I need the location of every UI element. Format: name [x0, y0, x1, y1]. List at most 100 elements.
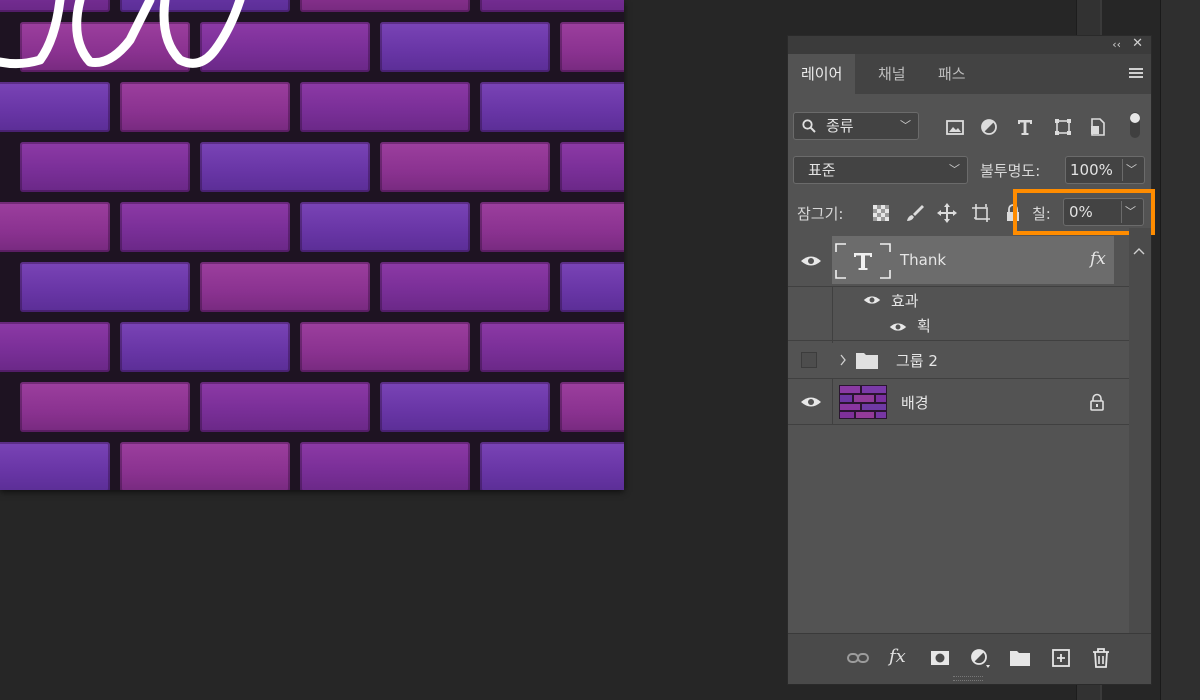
fx-icon[interactable]: fx: [1090, 249, 1106, 269]
effects-label: 효과: [891, 292, 919, 310]
shape-filter-icon[interactable]: [1052, 116, 1074, 138]
add-mask-icon[interactable]: [928, 646, 952, 670]
brick-texture: [20, 262, 190, 312]
panel-header-bar: ‹‹ ✕: [788, 36, 1151, 54]
opacity-field[interactable]: 100% ﹀: [1065, 156, 1145, 184]
layer-name-group-2[interactable]: 그룹 2: [896, 350, 938, 371]
brick-texture: [480, 442, 624, 490]
filter-kind-label: 종류: [826, 117, 854, 135]
chevron-up-icon[interactable]: [1133, 246, 1145, 256]
lock-label: 잠그기:: [797, 205, 844, 223]
brick-texture: [20, 382, 190, 432]
blend-mode-value: 표준: [808, 161, 836, 179]
type-filter-icon[interactable]: [1014, 116, 1036, 138]
brick-texture: [380, 262, 550, 312]
smart-object-filter-icon[interactable]: [1087, 116, 1109, 138]
brick-texture: [300, 0, 470, 12]
blend-mode-dropdown[interactable]: 표준 ﹀: [793, 156, 968, 184]
delete-layer-icon[interactable]: [1089, 646, 1113, 670]
layer-row-group-2[interactable]: 그룹 2: [788, 341, 1129, 379]
tab-paths-label: 패스: [938, 65, 966, 83]
chevron-down-icon: ﹀: [900, 119, 911, 132]
brick-texture: [300, 82, 470, 132]
brick-texture: [480, 322, 624, 372]
brick-texture: [300, 442, 470, 490]
tab-channels-label: 채널: [878, 65, 906, 83]
brick-texture: [560, 262, 624, 312]
image-filter-icon[interactable]: [944, 116, 966, 138]
brick-texture: [380, 22, 550, 72]
text-layer-thumbnail: [835, 243, 891, 279]
brick-texture: [200, 142, 370, 192]
brick-texture: [560, 382, 624, 432]
brick-texture: [120, 442, 290, 490]
fill-field[interactable]: 0% ﹀: [1063, 198, 1144, 226]
stroked-text-artwork: [0, 0, 245, 69]
chevron-down-icon: ﹀: [1126, 163, 1137, 176]
filter-toggle-icon[interactable]: [1128, 110, 1142, 140]
brick-texture: [200, 262, 370, 312]
brick-texture: [120, 322, 290, 372]
lock-image-icon[interactable]: [904, 202, 926, 224]
visibility-toggle-empty[interactable]: [801, 352, 817, 368]
close-panel-button[interactable]: ✕: [1132, 36, 1143, 51]
stroke-visibility-eye-icon[interactable]: [889, 321, 907, 333]
opacity-value: 100%: [1070, 161, 1113, 179]
fill-value: 0%: [1069, 203, 1093, 221]
tab-channels[interactable]: 채널: [865, 54, 919, 94]
lock-transparent-icon[interactable]: [870, 202, 892, 224]
tab-layers-label: 레이어: [801, 65, 843, 83]
adjustment-filter-icon[interactable]: [978, 116, 1000, 138]
link-layers-icon[interactable]: [846, 646, 870, 670]
visibility-eye-icon[interactable]: [800, 254, 822, 268]
search-icon: [802, 119, 816, 133]
chevron-down-icon: ﹀: [1125, 205, 1136, 218]
filter-kind-dropdown[interactable]: 종류 ﹀: [793, 112, 919, 140]
brick-texture: [0, 322, 110, 372]
brick-texture: [0, 82, 110, 132]
layer-name-thank[interactable]: Thank: [900, 251, 946, 269]
tab-paths[interactable]: 패스: [925, 54, 979, 94]
brick-texture: [20, 142, 190, 192]
brick-texture: [380, 142, 550, 192]
brick-texture: [560, 142, 624, 192]
fill-label: 칠:: [1032, 205, 1051, 223]
lock-icon[interactable]: [1089, 393, 1105, 411]
tab-layers[interactable]: 레이어: [788, 54, 856, 94]
visibility-eye-icon[interactable]: [800, 395, 822, 409]
layer-name-background[interactable]: 배경: [901, 392, 929, 413]
layers-scrollbar[interactable]: [1129, 228, 1151, 636]
new-layer-icon[interactable]: [1049, 646, 1073, 670]
effects-visibility-eye-icon[interactable]: [863, 294, 881, 306]
add-layer-style-icon[interactable]: fx: [889, 646, 913, 670]
new-group-icon[interactable]: [1008, 646, 1032, 670]
panel-resize-grip[interactable]: [953, 676, 983, 681]
panel-tabs: 레이어 채널 패스: [788, 54, 1151, 94]
chevron-right-icon[interactable]: [839, 353, 847, 367]
stroke-effect-label: 획: [917, 317, 931, 335]
background-thumbnail: [839, 385, 887, 419]
stroke-effect-row[interactable]: 획: [788, 315, 1129, 341]
brick-texture: [560, 22, 624, 72]
brick-texture: [300, 202, 470, 252]
brick-texture: [120, 202, 290, 252]
lock-artboard-icon[interactable]: [970, 202, 992, 224]
brick-texture: [300, 322, 470, 372]
brick-texture: [480, 0, 624, 12]
brick-texture: [200, 382, 370, 432]
panel-menu-icon[interactable]: [1129, 68, 1143, 80]
layer-row-background[interactable]: 배경: [788, 379, 1129, 425]
layers-panel: ‹‹ ✕ 레이어 채널 패스 종류 ﹀ 표준 ﹀ 불투명도: 100% ﹀ 잠그…: [787, 35, 1155, 685]
layer-row-thank[interactable]: Thank fx: [788, 236, 1129, 287]
document-canvas[interactable]: [0, 0, 624, 490]
brick-texture: [0, 202, 110, 252]
effects-row[interactable]: 효과: [788, 287, 1129, 343]
brick-texture: [480, 202, 624, 252]
brick-texture: [380, 382, 550, 432]
collapse-panel-button[interactable]: ‹‹: [1112, 38, 1121, 51]
brick-texture: [480, 82, 624, 132]
brick-texture: [120, 82, 290, 132]
lock-position-icon[interactable]: [936, 202, 958, 224]
adjustment-layer-icon[interactable]: [968, 646, 992, 670]
layers-bottom-toolbar: fx: [788, 633, 1151, 684]
